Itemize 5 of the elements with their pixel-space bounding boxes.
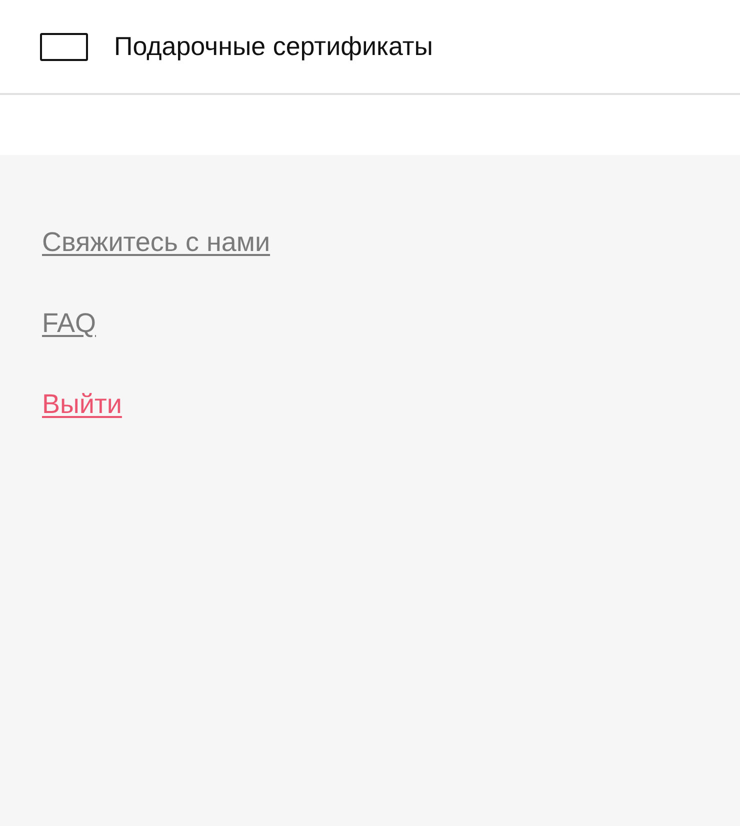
footer-link[interactable]: FAQ bbox=[42, 308, 96, 339]
card-icon bbox=[40, 32, 88, 60]
footer-link[interactable]: Свяжитесь с нами bbox=[42, 227, 270, 258]
logout-link[interactable]: Выйти bbox=[42, 389, 122, 420]
menu-item[interactable]: Подарочные сертификаты bbox=[114, 31, 433, 62]
